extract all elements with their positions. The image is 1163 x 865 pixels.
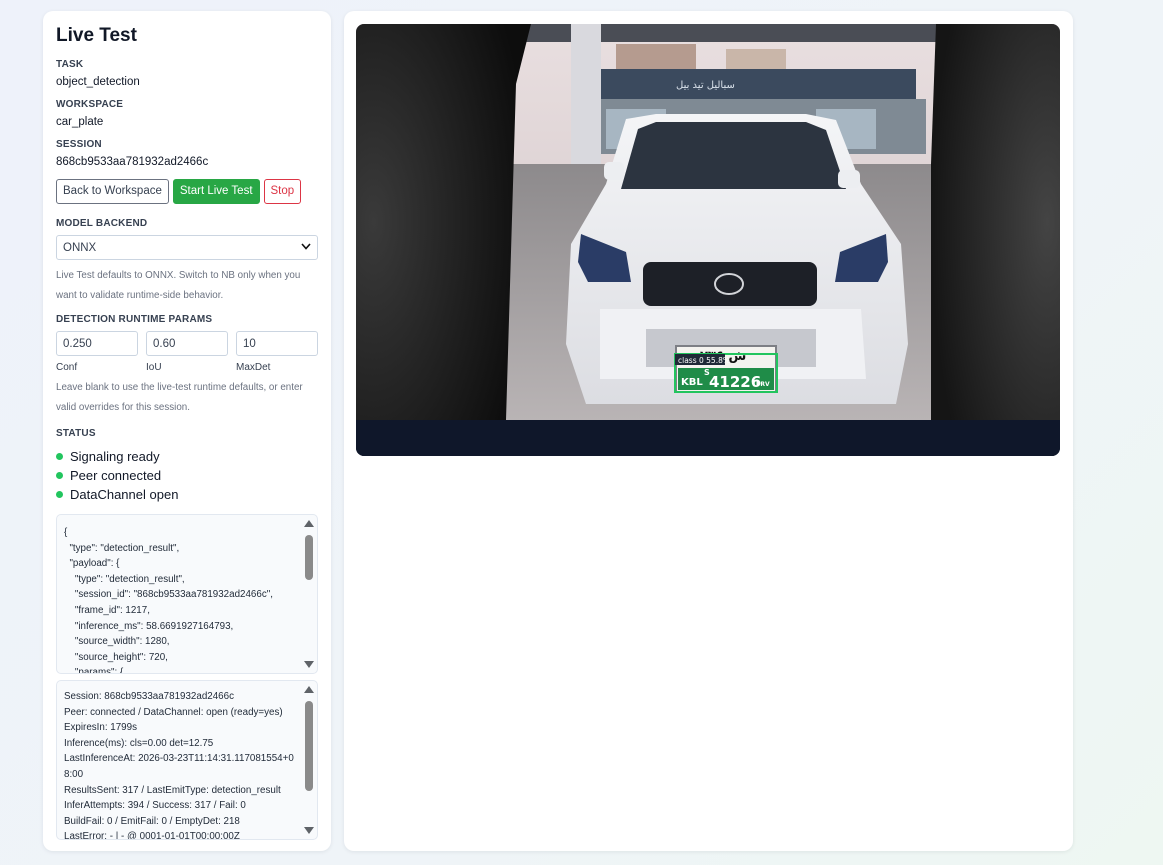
scroll-up-icon[interactable] xyxy=(304,520,314,527)
workspace-label: WORKSPACE xyxy=(56,99,124,110)
json-log-text: { "type": "detection_result", "payload":… xyxy=(64,527,273,674)
task-label: TASK xyxy=(56,59,84,70)
model-backend-hint: Live Test defaults to ONNX. Switch to NB… xyxy=(56,270,301,301)
iou-input[interactable]: 0.60 xyxy=(146,331,228,356)
model-backend-label: MODEL BACKEND xyxy=(56,218,148,229)
model-backend-selected: ONNX xyxy=(63,241,97,254)
station-sign-text: سبالیل تید بیل xyxy=(676,80,735,91)
json-log-scrollbar[interactable] xyxy=(303,517,315,671)
status-item-signaling: Signaling ready xyxy=(56,447,318,466)
session-label: SESSION xyxy=(56,139,102,150)
conf-input[interactable]: 0.250 xyxy=(56,331,138,356)
scroll-thumb[interactable] xyxy=(305,701,313,791)
status-item-peer: Peer connected xyxy=(56,466,318,485)
model-backend-select[interactable]: ONNX xyxy=(56,235,318,260)
chevron-down-icon xyxy=(301,242,311,253)
action-buttons: Back to Workspace Start Live Test Stop xyxy=(56,179,318,204)
scroll-thumb[interactable] xyxy=(305,535,313,580)
maxdet-label: MaxDet xyxy=(236,362,271,373)
status-dot-icon xyxy=(56,491,63,498)
maxdet-param: 10 MaxDet xyxy=(236,331,318,373)
workspace-value: car_plate xyxy=(56,116,104,128)
stop-button[interactable]: Stop xyxy=(263,179,302,204)
back-to-workspace-button[interactable]: Back to Workspace xyxy=(56,179,169,204)
control-panel: Live Test TASK object_detection WORKSPAC… xyxy=(43,11,331,851)
status-dot-icon xyxy=(56,453,63,460)
iou-label: IoU xyxy=(146,362,162,373)
page-title: Live Test xyxy=(56,25,137,46)
stats-log-text: Session: 868cb9533aa781932ad2466c Peer: … xyxy=(64,691,294,840)
iou-param: 0.60 IoU xyxy=(146,331,228,373)
scroll-down-icon[interactable] xyxy=(304,827,314,834)
status-dot-icon xyxy=(56,472,63,479)
plate-suffix-text: PRV xyxy=(756,381,770,388)
scroll-up-icon[interactable] xyxy=(304,686,314,693)
live-video-feed: سبالیل تید بیل ش KBL S 41226 PRV class 0… xyxy=(356,24,1060,456)
maxdet-input[interactable]: 10 xyxy=(236,331,318,356)
status-item-datachannel: DataChannel open xyxy=(56,485,318,504)
stats-log-box[interactable]: Session: 868cb9533aa781932ad2466c Peer: … xyxy=(56,680,318,840)
conf-param: 0.250 Conf xyxy=(56,331,138,373)
scroll-down-icon[interactable] xyxy=(304,661,314,668)
plate-number-text: 41226 xyxy=(709,373,761,391)
runtime-params-label: DETECTION RUNTIME PARAMS xyxy=(56,314,213,325)
detection-label-text: class 0 55.8% xyxy=(678,356,730,365)
status-label: STATUS xyxy=(56,428,96,439)
runtime-params-row: 0.250 Conf 0.60 IoU 10 MaxDet xyxy=(56,331,318,373)
runtime-params-hint: Leave blank to use the live-test runtime… xyxy=(56,382,303,413)
stats-log-scrollbar[interactable] xyxy=(303,683,315,837)
json-log-box[interactable]: { "type": "detection_result", "payload":… xyxy=(56,514,318,674)
task-value: object_detection xyxy=(56,76,140,88)
camera-frame-image: سبالیل تید بیل ش KBL S 41226 PRV class 0… xyxy=(356,24,1060,456)
start-live-test-button[interactable]: Start Live Test xyxy=(172,179,260,204)
plate-left-text: KBL xyxy=(681,377,703,388)
session-value: 868cb9533aa781932ad2466c xyxy=(56,156,209,168)
video-panel: سبالیل تید بیل ش KBL S 41226 PRV class 0… xyxy=(344,11,1073,851)
status-list: Signaling ready Peer connected DataChann… xyxy=(56,447,318,504)
conf-label: Conf xyxy=(56,362,78,373)
